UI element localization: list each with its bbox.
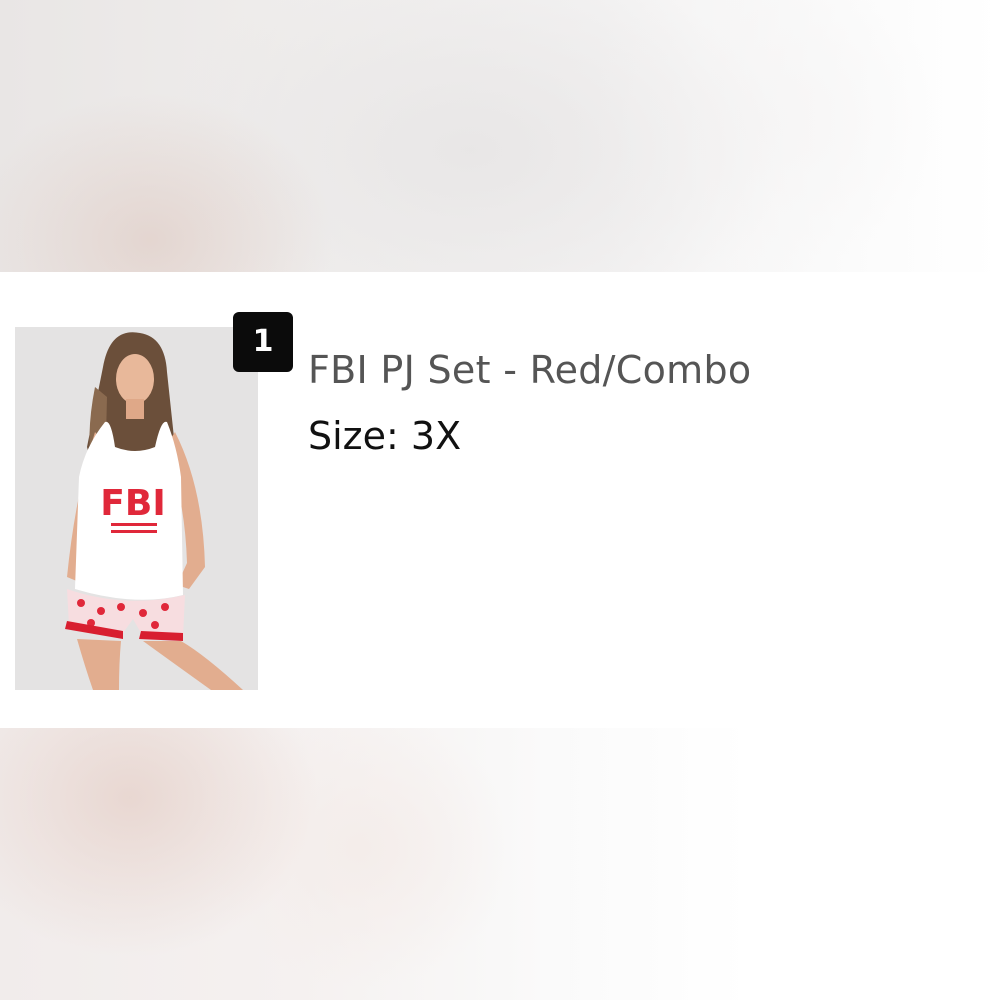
quantity-badge: 1 — [233, 312, 293, 372]
blurred-background-top — [0, 0, 1000, 272]
product-image: FBI — [15, 327, 258, 690]
cart-item-card[interactable]: FBI 1 FBI PJ Set - Red/Combo Size: 3X — [0, 272, 1000, 728]
product-title[interactable]: FBI PJ Set - Red/Combo — [308, 348, 751, 392]
blurred-background-bottom — [0, 728, 1000, 1000]
product-size: Size: 3X — [308, 414, 462, 458]
product-thumbnail[interactable]: FBI — [15, 327, 258, 690]
shirt-print-text: FBI — [100, 483, 165, 524]
page: FBI 1 FBI PJ Set - Red/Combo Size: 3X — [0, 0, 1000, 1000]
